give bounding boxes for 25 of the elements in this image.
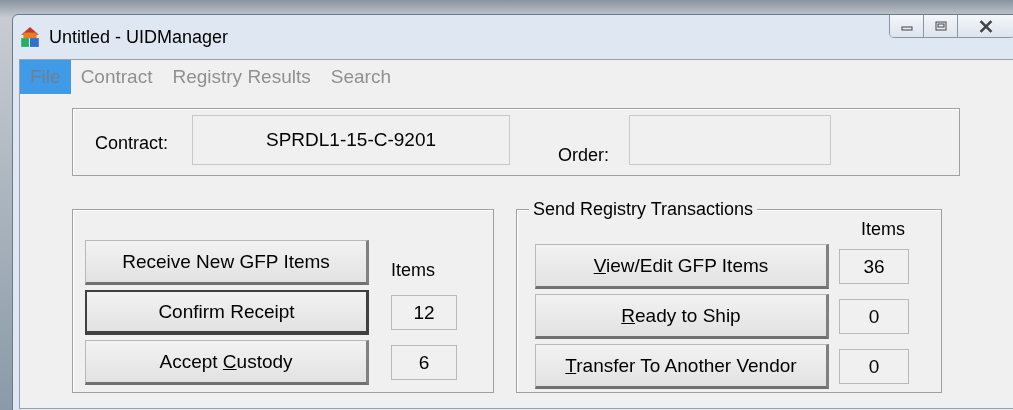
count-field: 0 — [839, 299, 909, 334]
maximize-button[interactable] — [924, 15, 958, 37]
close-icon — [978, 19, 994, 33]
order-field[interactable] — [629, 115, 832, 165]
count-field: 36 — [839, 249, 909, 284]
contract-field[interactable]: SPRDL1-15-C-9201 — [192, 115, 511, 165]
restore-icon — [933, 21, 948, 31]
app-icon — [19, 26, 41, 48]
action-button[interactable]: Receive New GFP Items — [85, 240, 369, 285]
action-button[interactable]: Accept Custody — [85, 340, 369, 385]
count-field: 6 — [391, 345, 457, 380]
action-button[interactable]: Confirm Receipt — [85, 290, 369, 335]
field-label: Contract: — [95, 133, 169, 154]
count-field: 0 — [839, 349, 909, 384]
column-label: Items — [391, 260, 435, 281]
minimize-button[interactable] — [890, 15, 924, 37]
action-button[interactable]: Transfer To Another Vendor — [535, 344, 829, 389]
action-button[interactable]: Ready to Ship — [535, 294, 829, 339]
group-title: Send Registry Transactions — [529, 199, 758, 220]
count-field: 12 — [391, 295, 457, 330]
field-label: Order: — [558, 145, 610, 166]
column-label: Items — [861, 218, 905, 240]
close-button[interactable] — [958, 15, 1013, 37]
window-title: Untitled - UIDManager — [49, 26, 230, 48]
action-button[interactable]: View/Edit GFP Items — [535, 244, 829, 289]
